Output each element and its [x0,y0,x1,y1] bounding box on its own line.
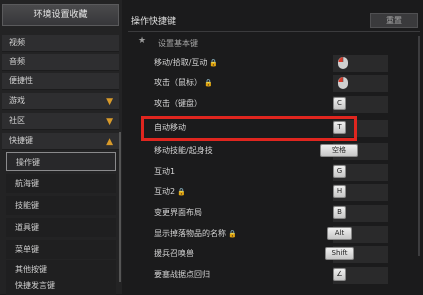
page-title: 操作快捷键 [131,17,177,27]
key-cap[interactable]: G [333,165,346,178]
keybind-label: 移动/拾取/互动 [154,58,208,67]
sidebar-subitem-sailing-keys[interactable]: 航海键 [6,174,116,193]
sidebar-item-label: 游戏 [9,96,25,105]
sidebar-item-label: 音频 [9,57,25,66]
keybind-row-attack-mouse: 攻击（鼠标） 🔒 [128,74,416,94]
sidebar-subitem-item-keys[interactable]: 道具键 [6,218,116,237]
chevron-down-icon: ▼ [106,117,113,127]
star-icon[interactable]: ★ [138,36,146,46]
highlight-box [141,116,357,141]
sidebar-subitem-label: 道具键 [15,223,39,232]
keybind-row-interact-1: 互动1 G [128,163,416,183]
keybind-row-move: 移动/拾取/互动 🔒 [128,54,416,74]
mouse-left-icon[interactable] [337,76,349,90]
sidebar-item-label: 视频 [9,38,25,47]
sidebar-subitem-menu-keys[interactable]: 菜单键 [6,240,116,259]
sidebar-subitem-operation-keys[interactable]: 操作键 [6,152,116,171]
sidebar-header[interactable]: 环境设置收藏 [2,4,119,26]
keybind-label: 互动2 [154,187,176,196]
keybind-row-show-drop-names: 显示掉落物品的名称 🔒 Alt [128,225,416,245]
lock-icon: 🔒 [177,188,186,196]
sidebar-item-audio[interactable]: 音频 [2,54,119,71]
key-cap[interactable]: H [333,185,346,198]
keybind-row-change-layout: 变更界面布局 B [128,204,416,224]
keybind-row-fortress-return: 要塞战据点回归 ∠ [128,266,416,286]
keybind-row-movement-skill: 移动技能/起身技 空格 [128,142,416,162]
sidebar-subitem-quick-chat-keys[interactable]: 快捷发言键 [6,276,116,295]
keybind-row-summon: 援兵召唤兽 Shift [128,245,416,265]
keybind-label: 变更界面布局 [154,208,202,217]
lock-icon: 🔒 [228,230,237,238]
sidebar-item-community[interactable]: 社区 ▼ [2,113,119,130]
sidebar-item-convenience[interactable]: 便捷性 [2,73,119,90]
keybind-label: 援兵召唤兽 [154,249,194,258]
sidebar-item-game[interactable]: 游戏 ▼ [2,93,119,110]
section-title: 设置基本键 [158,39,198,48]
key-cap[interactable]: Shift [325,247,354,260]
lock-icon: 🔒 [204,79,213,87]
sidebar-subitem-label: 菜单键 [15,245,39,254]
divider [128,31,420,32]
keybind-label: 互动1 [154,167,176,176]
key-cap[interactable]: Alt [327,227,352,240]
sidebar-item-label: 便捷性 [9,76,33,85]
sidebar-subitem-label: 操作键 [16,158,40,167]
sidebar-scrollbar[interactable] [119,132,121,282]
sidebar-subitem-skill-keys[interactable]: 技能键 [6,196,116,215]
reset-button[interactable]: 重置 [370,13,418,28]
keybind-row-interact-2: 互动2 🔒 H [128,183,416,203]
mouse-left-icon[interactable] [337,56,349,70]
keybind-label: 移动技能/起身技 [154,146,213,155]
chevron-down-icon: ▼ [106,97,113,107]
keybind-label: 攻击（鼠标） [154,78,202,87]
keybind-label: 攻击（键盘） [154,99,202,108]
sidebar-subitem-label: 技能键 [15,201,39,210]
lock-icon: 🔒 [209,59,219,67]
key-cap[interactable]: 空格 [320,144,358,157]
key-cap[interactable]: B [333,206,346,219]
keybind-label: 要塞战据点回归 [154,270,210,279]
chevron-up-icon: ▲ [106,137,113,147]
main-scrollbar[interactable] [418,36,420,256]
sidebar-item-hotkeys[interactable]: 快捷键 ▲ [2,133,119,150]
keybind-label: 显示掉落物品的名称 [154,229,226,238]
sidebar-subitem-label: 快捷发言键 [15,281,55,290]
sidebar-item-label: 社区 [9,116,25,125]
sidebar-subitem-label: 航海键 [15,179,39,188]
sidebar-item-label: 快捷键 [9,136,33,145]
sidebar-subitem-label: 其他按键 [15,265,47,274]
key-cap[interactable]: ∠ [333,268,346,281]
sidebar-item-video[interactable]: 视频 [2,35,119,52]
key-cap[interactable]: C [333,97,346,110]
keybind-row-attack-keyboard: 攻击（键盘） C [128,95,416,115]
